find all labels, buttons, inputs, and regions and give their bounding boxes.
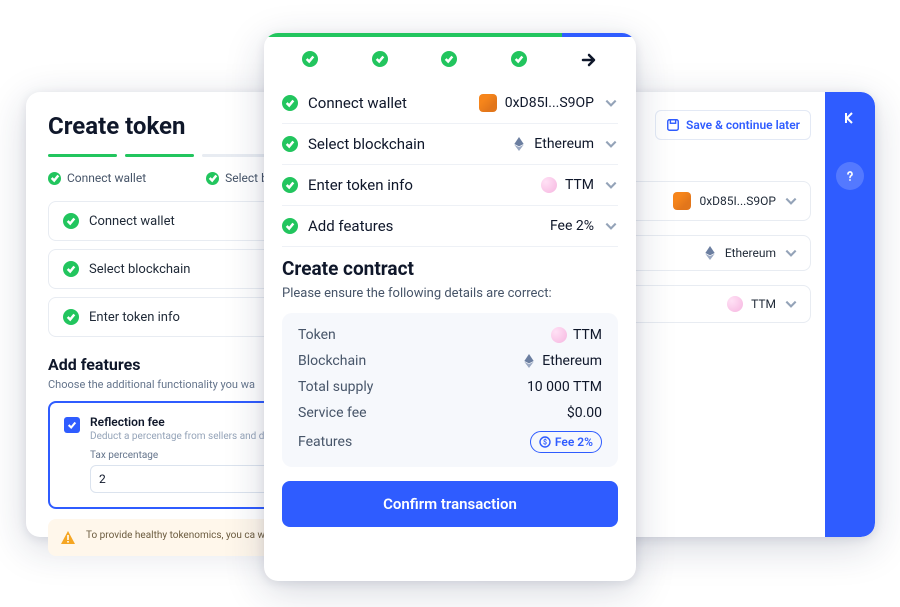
chevron-down-icon — [604, 178, 618, 192]
row-value: 0xD85I...S9OP — [505, 95, 594, 111]
step-label: Connect wallet — [67, 171, 146, 185]
section-title: Create contract — [282, 257, 618, 280]
check-icon — [441, 51, 457, 67]
check-icon — [282, 177, 298, 193]
chevron-down-icon — [784, 194, 798, 208]
check-icon — [302, 51, 318, 67]
svg-text:$: $ — [543, 439, 547, 447]
ethereum-icon — [512, 137, 526, 151]
save-button-label: Save & continue later — [686, 118, 800, 132]
summary-card-value: TTM — [751, 297, 776, 311]
ethereum-icon — [703, 246, 717, 260]
arrow-right-icon — [580, 51, 598, 69]
summary-card-value: Ethereum — [725, 246, 776, 260]
fee-pill-label: Fee 2% — [555, 435, 593, 449]
warning-icon — [60, 530, 76, 546]
check-icon — [206, 172, 219, 185]
summary-key: Token — [298, 327, 336, 343]
metamask-icon — [479, 94, 497, 112]
row-enter-token-info[interactable]: Enter token info TTM — [282, 165, 618, 206]
ttm-icon — [541, 177, 557, 193]
row-value: TTM — [565, 177, 594, 193]
chevron-down-icon — [604, 137, 618, 151]
collapse-icon[interactable] — [842, 110, 858, 130]
help-button[interactable] — [836, 162, 864, 190]
summary-value: Ethereum — [542, 353, 602, 369]
question-icon — [843, 169, 857, 183]
check-icon — [63, 309, 79, 325]
step-card-label: Select blockchain — [89, 262, 190, 277]
check-icon — [63, 261, 79, 277]
summary-key: Total supply — [298, 379, 373, 395]
row-label: Enter token info — [308, 176, 531, 194]
progress-dots — [264, 37, 636, 83]
step-card-label: Enter token info — [89, 310, 180, 325]
chevron-down-icon — [604, 96, 618, 110]
check-icon — [282, 95, 298, 111]
summary-card-value: 0xD85I...S9OP — [699, 194, 776, 208]
ethereum-icon — [522, 354, 536, 368]
contract-summary: Token TTM Blockchain Ethereum Total supply… — [282, 313, 618, 467]
chevron-down-icon — [784, 246, 798, 260]
row-add-features[interactable]: Add features Fee 2% — [282, 206, 618, 247]
chevron-down-icon — [784, 297, 798, 311]
chevron-down-icon — [604, 219, 618, 233]
summary-value: 10 000 TTM — [527, 379, 602, 395]
check-icon — [282, 136, 298, 152]
step-card-label: Connect wallet — [89, 214, 175, 229]
section-sub: Please ensure the following details are … — [282, 286, 618, 301]
confirm-transaction-button[interactable]: Confirm transaction — [282, 481, 618, 527]
check-icon — [372, 51, 388, 67]
row-connect-wallet[interactable]: Connect wallet 0xD85I...S9OP — [282, 83, 618, 124]
summary-value: TTM — [573, 327, 602, 343]
create-contract-modal: Connect wallet 0xD85I...S9OP Select bloc… — [264, 33, 636, 581]
check-icon — [48, 172, 61, 185]
save-icon — [666, 118, 680, 132]
dollar-icon: $ — [539, 436, 551, 448]
row-value: Fee 2% — [550, 218, 594, 234]
row-value: Ethereum — [534, 136, 594, 152]
ttm-icon — [727, 296, 743, 312]
fee-pill: $ Fee 2% — [530, 431, 602, 453]
checkbox-icon[interactable] — [64, 417, 80, 433]
check-icon — [511, 51, 527, 67]
check-icon — [282, 218, 298, 234]
save-continue-button[interactable]: Save & continue later — [655, 110, 811, 140]
row-label: Add features — [308, 217, 540, 235]
check-icon — [63, 213, 79, 229]
row-label: Select blockchain — [308, 135, 502, 153]
summary-value: $0.00 — [567, 405, 602, 421]
summary-key: Blockchain — [298, 353, 366, 369]
row-select-blockchain[interactable]: Select blockchain Ethereum — [282, 124, 618, 165]
ttm-icon — [551, 327, 567, 343]
summary-key: Features — [298, 434, 352, 450]
row-label: Connect wallet — [308, 94, 469, 112]
summary-key: Service fee — [298, 405, 367, 421]
metamask-icon — [673, 192, 691, 210]
side-rail — [825, 92, 875, 537]
